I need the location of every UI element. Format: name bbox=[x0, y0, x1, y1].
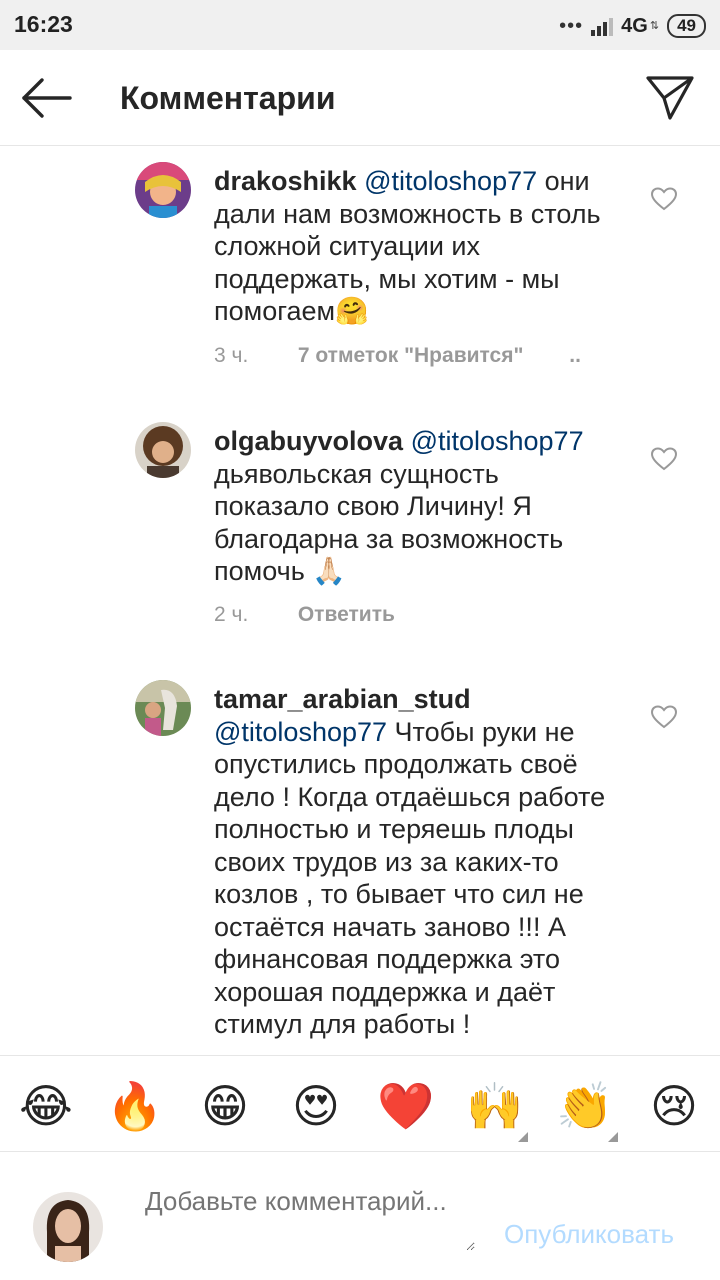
comment-username[interactable]: olgabuyvolova bbox=[214, 426, 403, 456]
network-type: 4G bbox=[621, 14, 648, 37]
comment-body: Чтобы руки не опустились продолжать своё… bbox=[214, 716, 606, 1040]
publish-button[interactable]: Опубликовать bbox=[504, 1219, 674, 1250]
more-options-button[interactable]: .. bbox=[569, 344, 581, 367]
status-icons: ••• 4G ⇅ 49 bbox=[559, 12, 706, 40]
emoji-sad-button[interactable]: 😢 bbox=[646, 1078, 702, 1134]
heart-outline-icon bbox=[651, 187, 677, 211]
app-header: Комментарии bbox=[0, 50, 720, 146]
like-button[interactable] bbox=[651, 187, 677, 211]
comment-username[interactable]: drakoshikk bbox=[214, 166, 357, 196]
emoji-tears-of-joy-button[interactable]: 😂 bbox=[18, 1078, 74, 1134]
notification-dots-icon: ••• bbox=[559, 15, 584, 37]
skin-tone-indicator-icon bbox=[518, 1132, 528, 1142]
comment-time: 2 ч. bbox=[214, 603, 249, 626]
avatar[interactable] bbox=[135, 680, 191, 736]
emoji-heart-button[interactable]: ❤️ bbox=[377, 1078, 434, 1134]
arrow-left-icon bbox=[22, 78, 72, 118]
emoji-clap-button[interactable]: 👏 bbox=[556, 1078, 618, 1142]
emoji-heart-eyes-button[interactable]: 😍 bbox=[288, 1078, 344, 1134]
comment-text: drakoshikk @titoloshop77 они дали нам во… bbox=[214, 165, 614, 328]
data-arrows-icon: ⇅ bbox=[649, 19, 660, 32]
heart-outline-icon bbox=[651, 447, 677, 471]
emoji-glyph: 🙌 bbox=[466, 1080, 524, 1132]
emoji-grin-button[interactable]: 😁 bbox=[197, 1078, 253, 1134]
status-bar: 16:23 ••• 4G ⇅ 49 bbox=[0, 0, 720, 50]
reply-button[interactable]: Ответить bbox=[298, 603, 395, 626]
comment-item: olgabuyvolova @titoloshop77 дьявольская … bbox=[0, 407, 720, 662]
signal-icon bbox=[591, 16, 615, 36]
comment-body: дьявольская сущность показало свою Личин… bbox=[214, 458, 564, 587]
avatar[interactable] bbox=[135, 422, 191, 478]
emoji-quick-bar: 😂 🔥 😁 😍 ❤️ 🙌 👏 😢 bbox=[0, 1055, 720, 1152]
avatar[interactable] bbox=[135, 162, 191, 218]
battery-indicator: 49 bbox=[667, 14, 706, 38]
avatar bbox=[33, 1192, 103, 1262]
send-button[interactable] bbox=[644, 72, 696, 124]
paper-plane-icon bbox=[646, 76, 694, 120]
emoji-fire-button[interactable]: 🔥 bbox=[106, 1078, 163, 1134]
comment-composer: Опубликовать bbox=[0, 1153, 720, 1280]
comment-time: 3 ч. bbox=[214, 344, 249, 367]
likes-count-link[interactable]: 7 отметок "Нравится" bbox=[298, 344, 524, 367]
skin-tone-indicator-icon bbox=[608, 1132, 618, 1142]
like-button[interactable] bbox=[651, 447, 677, 471]
comment-item: drakoshikk @titoloshop77 они дали нам во… bbox=[0, 147, 720, 407]
emoji-raised-hands-button[interactable]: 🙌 bbox=[466, 1078, 528, 1142]
comment-text: olgabuyvolova @titoloshop77 дьявольская … bbox=[214, 425, 614, 588]
comment-meta: 2 ч. Ответить bbox=[214, 603, 395, 627]
comment-username[interactable]: tamar_arabian_stud bbox=[214, 684, 471, 714]
comment-item: tamar_arabian_stud @titoloshop77 Чтобы р… bbox=[0, 665, 720, 1055]
back-button[interactable] bbox=[20, 76, 74, 120]
comment-input[interactable] bbox=[145, 1185, 475, 1251]
comments-list[interactable]: drakoshikk @titoloshop77 они дали нам во… bbox=[0, 147, 720, 1055]
comment-text: tamar_arabian_stud @titoloshop77 Чтобы р… bbox=[214, 683, 614, 1041]
comment-mention[interactable]: @titoloshop77 bbox=[411, 426, 584, 456]
status-time: 16:23 bbox=[14, 11, 73, 37]
page-title: Комментарии bbox=[120, 80, 336, 116]
comment-meta: 3 ч. 7 отметок "Нравится" .. bbox=[214, 344, 581, 368]
comment-mention[interactable]: @titoloshop77 bbox=[214, 717, 387, 747]
heart-outline-icon bbox=[651, 705, 677, 729]
comment-mention[interactable]: @titoloshop77 bbox=[364, 166, 537, 196]
like-button[interactable] bbox=[651, 705, 677, 729]
emoji-glyph: 👏 bbox=[556, 1080, 614, 1132]
